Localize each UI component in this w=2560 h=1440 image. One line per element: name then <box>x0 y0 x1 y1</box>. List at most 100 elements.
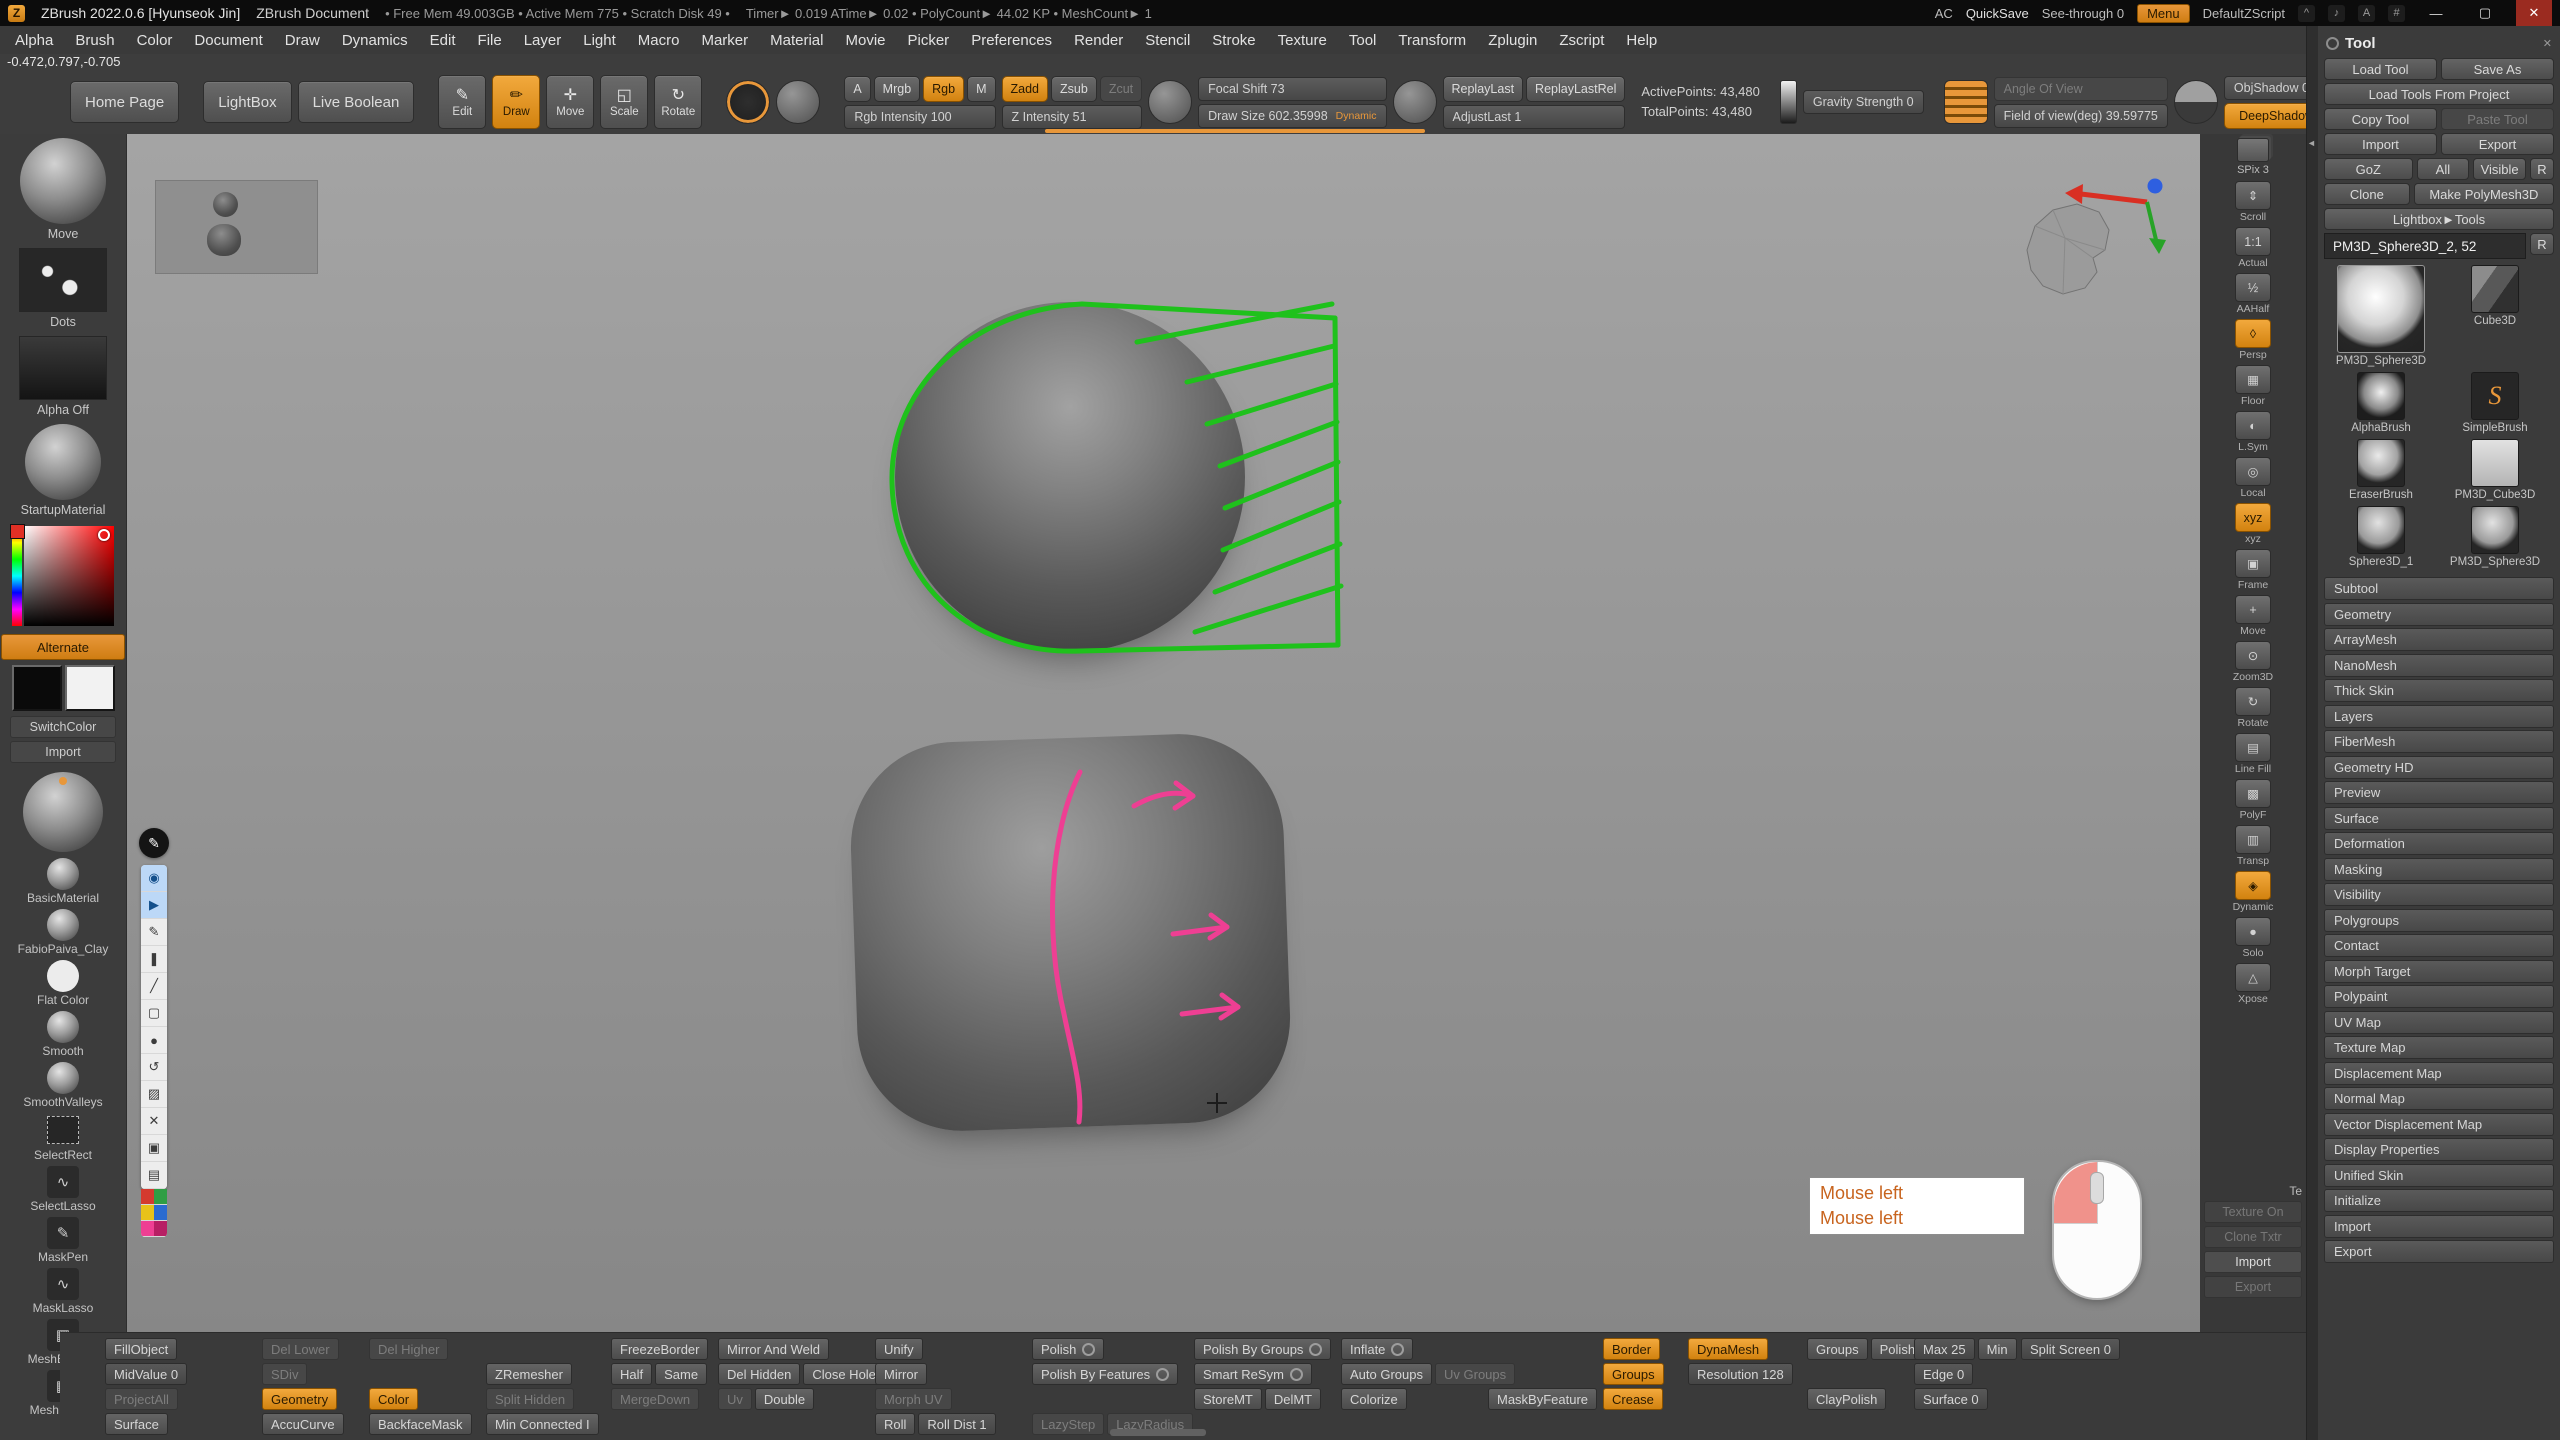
shelf-icon-line-fill[interactable]: ▤ Line Fill <box>2235 733 2271 775</box>
bottom-scrollbar[interactable] <box>1110 1429 1206 1436</box>
menu-item-preferences[interactable]: Preferences <box>960 26 1063 54</box>
replay-last-button[interactable]: ReplayLast <box>1443 76 1524 102</box>
subpalette-texture-map[interactable]: Texture Map <box>2324 1036 2554 1059</box>
quick-pick-basicmaterial[interactable]: BasicMaterial <box>27 858 99 905</box>
subpalette-layers[interactable]: Layers <box>2324 705 2554 728</box>
shelf-icon-aahalf[interactable]: ½ AAHalf <box>2235 273 2271 315</box>
shelf-icon-scroll[interactable]: ⇕ Scroll <box>2235 181 2271 223</box>
subpalette-export[interactable]: Export <box>2324 1240 2554 1263</box>
shelf-icon-frame[interactable]: ▣ Frame <box>2235 549 2271 591</box>
document-canvas[interactable]: ✎ ◉ ▶ ✎ ❚ ╱ ▢ ● ↺ <box>127 134 2200 1332</box>
bottom-button-roll-dist-1[interactable]: Roll Dist 1 <box>918 1413 995 1435</box>
adjust-last-slider[interactable]: AdjustLast 1 <box>1443 105 1626 129</box>
menu-toggle-button[interactable]: Menu <box>2137 4 2190 23</box>
menu-item-stroke[interactable]: Stroke <box>1201 26 1266 54</box>
angle-of-view-icon[interactable] <box>1944 80 1988 124</box>
subpalette-geometry-hd[interactable]: Geometry HD <box>2324 756 2554 779</box>
subpalette-display-properties[interactable]: Display Properties <box>2324 1138 2554 1161</box>
subpalette-unified-skin[interactable]: Unified Skin <box>2324 1164 2554 1187</box>
menu-item-texture[interactable]: Texture <box>1267 26 1338 54</box>
tool-inventory-item-pm3d-cube3d[interactable]: PM3D_Cube3D <box>2438 439 2552 501</box>
subpalette-polypaint[interactable]: Polypaint <box>2324 985 2554 1008</box>
bottom-button-unify[interactable]: Unify <box>875 1338 923 1360</box>
texture-button-clone-txtr[interactable]: Clone Txtr <box>2204 1226 2302 1248</box>
bottom-button-polish-by-features[interactable]: Polish By Features <box>1032 1363 1178 1385</box>
subpalette-fibermesh[interactable]: FiberMesh <box>2324 730 2554 753</box>
sphere-model[interactable] <box>895 302 1245 652</box>
bottom-button-accucurve[interactable]: AccuCurve <box>262 1413 344 1435</box>
secondary-color-swatch[interactable] <box>65 665 115 711</box>
quick-pick-maskpen[interactable]: MaskPen <box>38 1217 88 1264</box>
toggle-dot-icon[interactable] <box>1156 1368 1169 1381</box>
z-intensity-slider[interactable]: Z Intensity 51 <box>1002 105 1143 129</box>
annotation-tool-erase-tool[interactable]: ▨ <box>141 1081 167 1108</box>
bottom-button-auto-groups[interactable]: Auto Groups <box>1341 1363 1432 1385</box>
make-polymesh3d-button[interactable]: Make PolyMesh3D <box>2414 183 2554 205</box>
network-icon[interactable]: # <box>2388 5 2405 22</box>
subpalette-geometry[interactable]: Geometry <box>2324 603 2554 626</box>
bottom-button-delmt[interactable]: DelMT <box>1265 1388 1321 1410</box>
bottom-button-geometry[interactable]: Geometry <box>262 1388 337 1410</box>
annotation-colors[interactable] <box>141 1189 167 1237</box>
tray-divider[interactable]: ◄ <box>2306 26 2318 1440</box>
menu-item-tool[interactable]: Tool <box>1338 26 1388 54</box>
close-button[interactable]: ✕ <box>2516 0 2552 26</box>
bottom-button-resolution-128[interactable]: Resolution 128 <box>1688 1363 1793 1385</box>
toggle-dot-icon[interactable] <box>1391 1343 1404 1356</box>
bottom-button-crease[interactable]: Crease <box>1603 1388 1663 1410</box>
export-tool-button[interactable]: Export <box>2441 133 2554 155</box>
replay-icon[interactable] <box>1393 80 1437 124</box>
subpalette-preview[interactable]: Preview <box>2324 781 2554 804</box>
switch-color-button[interactable]: SwitchColor <box>10 716 116 738</box>
quick-pick-fabiopaiva-clay[interactable]: FabioPaiva_Clay <box>18 909 109 956</box>
bottom-button-groups[interactable]: Groups <box>1807 1338 1868 1360</box>
shelf-icon-move[interactable]: + Move <box>2235 595 2271 637</box>
subpalette-polygroups[interactable]: Polygroups <box>2324 909 2554 932</box>
import-button[interactable]: Import <box>10 741 116 763</box>
menu-item-transform[interactable]: Transform <box>1387 26 1477 54</box>
quick-pick-smoothvalleys[interactable]: SmoothValleys <box>23 1062 102 1109</box>
dynamic-badge[interactable]: Dynamic <box>1336 110 1377 122</box>
rgb-button[interactable]: Rgb <box>923 76 964 102</box>
quicksave-button[interactable]: QuickSave <box>1966 6 2029 21</box>
fov-slider[interactable]: Field of view(deg) 39.59775 <box>1994 104 2168 128</box>
annotation-tool-undo-tool[interactable]: ↺ <box>141 1054 167 1081</box>
subpalette-surface[interactable]: Surface <box>2324 807 2554 830</box>
subpalette-import[interactable]: Import <box>2324 1215 2554 1238</box>
current-tool-r-button[interactable]: R <box>2530 233 2554 255</box>
menu-item-document[interactable]: Document <box>183 26 273 54</box>
zcut-button[interactable]: Zcut <box>1100 76 1142 102</box>
bottom-button-backfacemask[interactable]: BackfaceMask <box>369 1413 472 1435</box>
lightbox-button[interactable]: LightBox <box>203 81 291 123</box>
main-color-swatch[interactable] <box>12 665 62 711</box>
palette-close-icon[interactable]: ✕ <box>2543 37 2554 50</box>
tool-inventory-item-eraserbrush[interactable]: EraserBrush <box>2324 439 2438 501</box>
current-material-thumbnail[interactable] <box>25 424 101 500</box>
load-tools-from-project-button[interactable]: Load Tools From Project <box>2324 83 2554 105</box>
bottom-button-mirror[interactable]: Mirror <box>875 1363 927 1385</box>
color-picker[interactable] <box>12 526 114 626</box>
annotation-tool-pen-tool[interactable]: ✎ <box>141 919 167 946</box>
quick-pick-flat-color[interactable]: Flat Color <box>37 960 89 1007</box>
bottom-button-uv[interactable]: Uv <box>718 1388 752 1410</box>
bottom-button-same[interactable]: Same <box>655 1363 707 1385</box>
bottom-button-polish-by-groups[interactable]: Polish By Groups <box>1194 1338 1331 1360</box>
shelf-icon-persp[interactable]: ◊ Persp <box>2235 319 2271 361</box>
tray-chevron-icon[interactable]: ^ <box>2298 5 2315 22</box>
bottom-button-sdiv[interactable]: SDiv <box>262 1363 307 1385</box>
subpalette-subtool[interactable]: Subtool <box>2324 577 2554 600</box>
subpalette-deformation[interactable]: Deformation <box>2324 832 2554 855</box>
goz-r-button[interactable]: R <box>2530 158 2554 180</box>
shelf-icon-dynamic[interactable]: ◈ Dynamic <box>2233 871 2274 913</box>
texture-button-export[interactable]: Export <box>2204 1276 2302 1298</box>
annotation-tool-shape-tool[interactable]: ▢ <box>141 1000 167 1027</box>
saturation-value-area[interactable] <box>24 526 114 626</box>
menu-item-layer[interactable]: Layer <box>513 26 573 54</box>
draw-mode-button[interactable]: ✏ Draw <box>492 75 540 129</box>
spix-slider[interactable]: SPix 3 <box>2200 164 2306 176</box>
live-boolean-button[interactable]: Live Boolean <box>298 81 415 123</box>
bottom-button-del-lower[interactable]: Del Lower <box>262 1338 339 1360</box>
bottom-button-surface-0[interactable]: Surface 0 <box>1914 1388 1988 1410</box>
alternate-button[interactable]: Alternate <box>1 634 125 660</box>
bottom-button-del-higher[interactable]: Del Higher <box>369 1338 448 1360</box>
